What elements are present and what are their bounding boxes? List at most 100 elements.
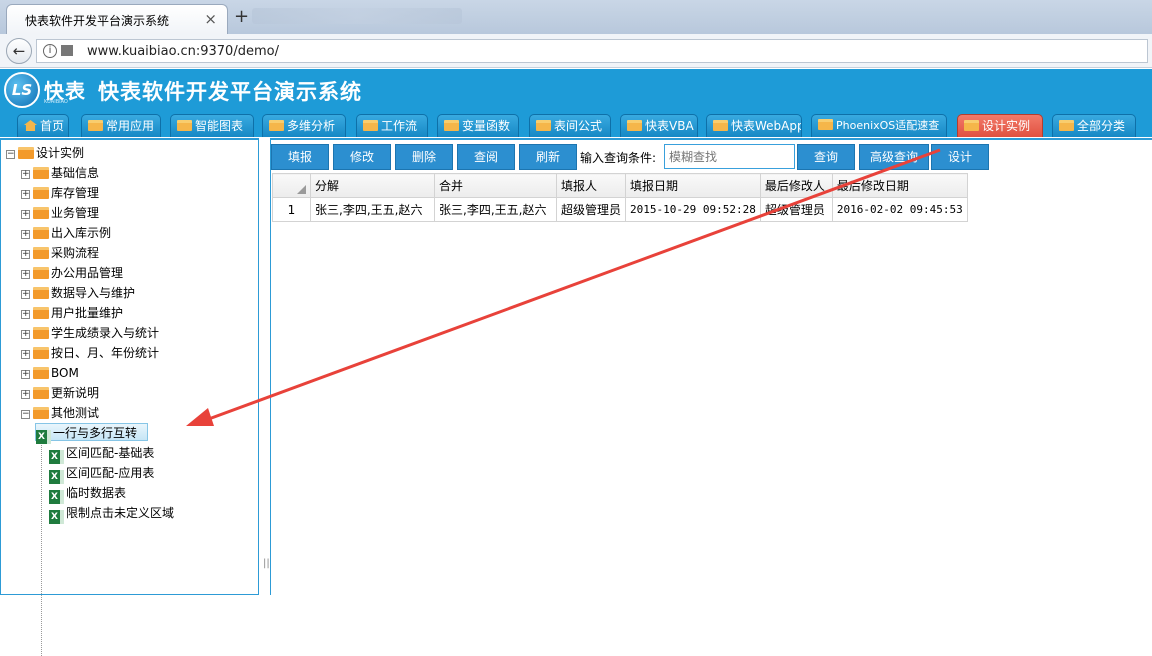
fill-button[interactable]: 填报	[271, 144, 329, 170]
close-icon[interactable]: ×	[204, 10, 217, 28]
column-header[interactable]: 合并	[434, 173, 557, 198]
tree-node[interactable]: + 库存管理	[21, 184, 99, 202]
tree-leaf[interactable]: X 区间匹配-基础表	[49, 444, 155, 464]
column-header[interactable]: 填报日期	[625, 173, 761, 198]
back-arrow-icon[interactable]: ←	[6, 38, 32, 64]
data-grid: 分解 合并 填报人 填报日期 最后修改人 最后修改日期 1 张三,李四,王五,赵…	[272, 173, 968, 222]
folder-icon	[33, 267, 49, 279]
table-cell[interactable]: 超级管理员	[759, 197, 833, 222]
tab-label: 全部分类	[1077, 119, 1126, 133]
folder-icon	[627, 120, 642, 131]
expand-icon[interactable]: +	[21, 190, 30, 199]
tree-label: BOM	[51, 366, 79, 380]
splitter-grip-icon[interactable]: ||	[263, 558, 270, 569]
folder-icon	[363, 120, 378, 131]
expand-icon[interactable]: +	[21, 210, 30, 219]
collapse-icon[interactable]: −	[21, 410, 30, 419]
tree-leaf[interactable]: X 区间匹配-应用表	[49, 464, 154, 484]
table-row[interactable]: 1 张三,李四,王五,赵六 张三,李四,王五,赵六 超级管理员 2015-10-…	[272, 197, 968, 222]
tree-node[interactable]: − 其他测试	[21, 404, 99, 422]
search-input[interactable]	[664, 144, 795, 169]
tab-workflow[interactable]: 工作流	[356, 114, 428, 137]
table-cell[interactable]: 2015-10-29 09:52:28	[625, 197, 761, 222]
select-all-corner[interactable]	[272, 173, 311, 198]
table-cell[interactable]: 张三,李四,王五,赵六	[310, 197, 435, 222]
expand-icon[interactable]: +	[21, 290, 30, 299]
tab-label: 表间公式	[554, 119, 603, 133]
search-button[interactable]: 查询	[797, 144, 855, 170]
tree-leaf[interactable]: X 临时数据表	[49, 484, 127, 504]
column-header[interactable]: 填报人	[555, 173, 627, 198]
inactive-browser-tab[interactable]	[252, 8, 462, 24]
refresh-button[interactable]: 刷新	[519, 144, 577, 170]
tree-node[interactable]: + 按日、月、年份统计	[21, 344, 159, 362]
expand-icon[interactable]: +	[21, 250, 30, 259]
app-header: LS 快表 KUAIBIAO 快表软件开发平台演示系统	[0, 69, 1152, 111]
info-icon[interactable]: i	[43, 44, 57, 58]
folder-icon	[33, 167, 49, 179]
collapse-icon[interactable]: −	[6, 150, 15, 159]
expand-icon[interactable]: +	[21, 270, 30, 279]
tree-node[interactable]: + 更新说明	[21, 384, 99, 402]
tree-label: 限制点击未定义区域	[66, 506, 175, 520]
tree-node[interactable]: + 数据导入与维护	[21, 284, 135, 302]
expand-icon[interactable]: +	[21, 350, 30, 359]
tab-design-examples[interactable]: 设计实例	[957, 114, 1043, 137]
column-header[interactable]: 最后修改日期	[831, 173, 968, 198]
tab-home[interactable]: 首页	[17, 114, 69, 137]
tree-node[interactable]: + 学生成绩录入与统计	[21, 324, 159, 342]
expand-icon[interactable]: +	[21, 310, 30, 319]
tree-leaf-selected[interactable]: X 一行与多行互转	[35, 423, 149, 444]
new-tab-icon[interactable]: +	[234, 6, 249, 27]
table-cell[interactable]: 超级管理员	[555, 197, 627, 222]
tab-table-formulas[interactable]: 表间公式	[529, 114, 611, 137]
tab-multidim-analysis[interactable]: 多维分析	[262, 114, 346, 137]
folder-icon	[33, 227, 49, 239]
expand-icon[interactable]: +	[21, 330, 30, 339]
design-button[interactable]: 设计	[931, 144, 989, 170]
expand-icon[interactable]: +	[21, 230, 30, 239]
address-bar: ← i www.kuaibiao.cn:9370/demo/	[0, 34, 1152, 68]
tree-root[interactable]: − 设计实例	[6, 144, 84, 162]
tree-label: 其他测试	[51, 406, 100, 420]
expand-icon[interactable]: +	[21, 390, 30, 399]
column-header[interactable]: 最后修改人	[759, 173, 833, 198]
tree-leaf[interactable]: X 限制点击未定义区域	[49, 504, 175, 524]
tree-node[interactable]: + 采购流程	[21, 244, 99, 262]
table-cell[interactable]: 张三,李四,王五,赵六	[434, 197, 557, 222]
tab-label: 常用应用	[106, 119, 155, 133]
tab-common-apps[interactable]: 常用应用	[81, 114, 161, 137]
tab-webapp[interactable]: 快表WebApp	[706, 114, 802, 137]
expand-icon[interactable]: +	[21, 370, 30, 379]
tree-node[interactable]: + BOM	[21, 364, 79, 382]
tree-node[interactable]: + 用户批量维护	[21, 304, 123, 322]
tab-phoenixos[interactable]: PhoenixOS适配速查	[811, 114, 947, 137]
tab-smart-charts[interactable]: 智能图表	[170, 114, 254, 137]
tree-node[interactable]: + 基础信息	[21, 164, 99, 182]
tab-all-categories[interactable]: 全部分类	[1052, 114, 1136, 137]
tab-label: 快表VBA	[645, 119, 694, 133]
advanced-search-button[interactable]: 高级查询	[859, 144, 929, 170]
column-header[interactable]: 分解	[310, 173, 435, 198]
tree-label: 按日、月、年份统计	[51, 346, 160, 360]
tree-node[interactable]: + 出入库示例	[21, 224, 111, 242]
delete-button[interactable]: 删除	[395, 144, 453, 170]
tab-label: 智能图表	[195, 119, 244, 133]
tab-label: 变量函数	[462, 119, 511, 133]
tab-variable-functions[interactable]: 变量函数	[437, 114, 519, 137]
tree-label: 区间匹配-基础表	[66, 446, 155, 460]
table-cell[interactable]: 2016-02-02 09:45:53	[831, 197, 968, 222]
panel-splitter[interactable]: ||	[260, 138, 270, 595]
view-button[interactable]: 查阅	[457, 144, 515, 170]
edit-button[interactable]: 修改	[333, 144, 391, 170]
url-field[interactable]: i www.kuaibiao.cn:9370/demo/	[36, 39, 1148, 63]
url-text[interactable]: www.kuaibiao.cn:9370/demo/	[87, 44, 279, 59]
tree-label: 临时数据表	[66, 486, 127, 500]
expand-icon[interactable]: +	[21, 170, 30, 179]
browser-tab-strip: 快表软件开发平台演示系统 × +	[0, 0, 1152, 34]
tree-label: 基础信息	[51, 166, 100, 180]
browser-tab[interactable]: 快表软件开发平台演示系统 ×	[6, 4, 228, 34]
tab-vba[interactable]: 快表VBA	[620, 114, 698, 137]
tree-node[interactable]: + 业务管理	[21, 204, 99, 222]
tree-node[interactable]: + 办公用品管理	[21, 264, 123, 282]
